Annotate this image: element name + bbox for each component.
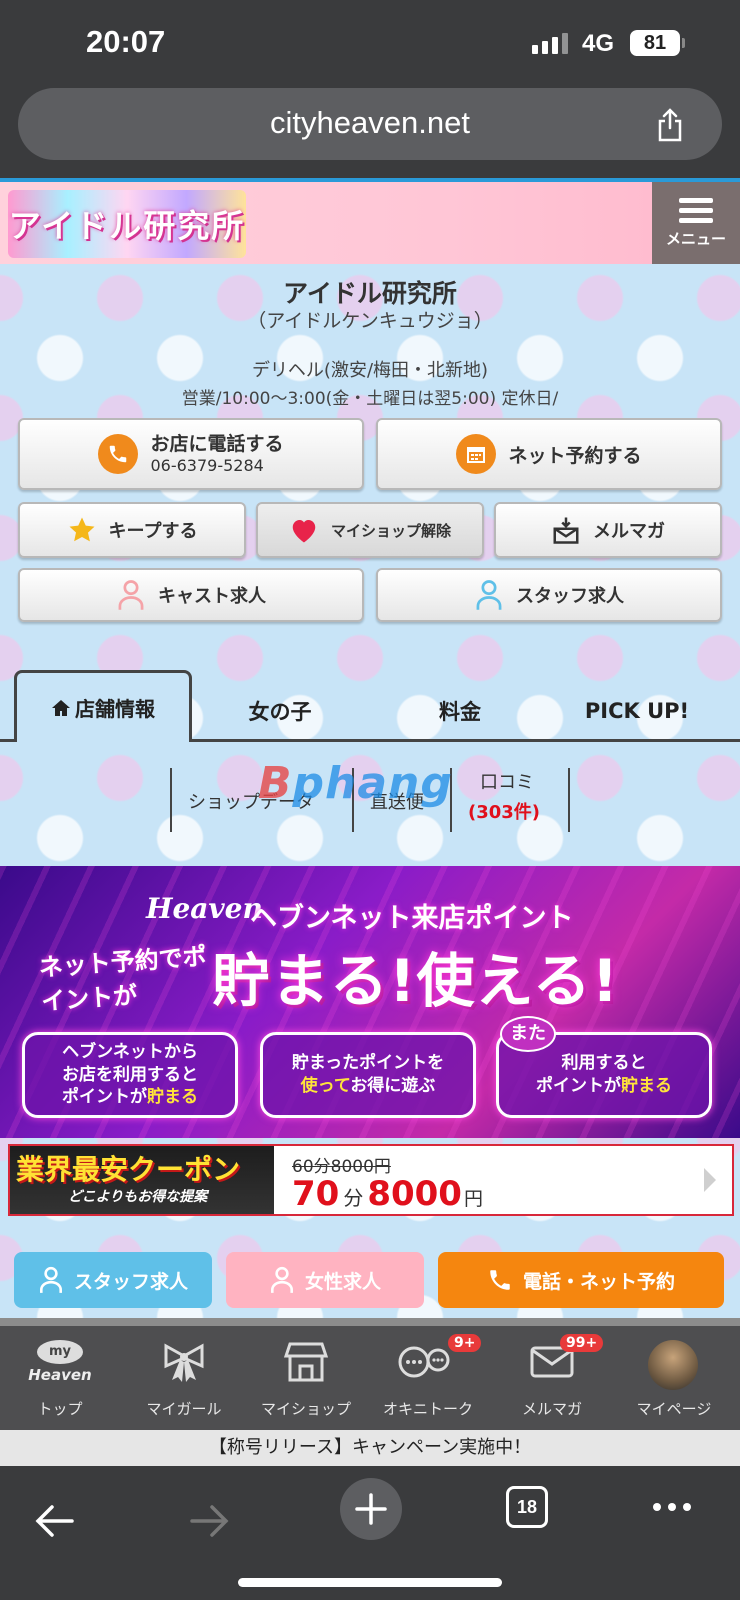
menu-label: メニュー (665, 230, 726, 248)
banner-left-text: ネット予約でポイントが (38, 942, 208, 1016)
tab-top[interactable]: my Heaven トップ (0, 1326, 120, 1430)
cast-recruit-label: キャスト求人 (158, 586, 266, 607)
back-arrow-icon[interactable] (34, 1504, 74, 1538)
signal-icon (532, 33, 568, 54)
mailmag-button[interactable]: メルマガ (494, 502, 722, 558)
home-icon (52, 699, 70, 716)
female-recruit-action[interactable]: 女性求人 (226, 1252, 424, 1308)
staff-recruit-label: スタッフ求人 (516, 586, 624, 607)
call-label: お店に電話する (150, 433, 284, 455)
banner-box-1: ヘブンネットから お店を利用すると ポイントが貯まる (22, 1032, 238, 1118)
cast-recruit-button[interactable]: キャスト求人 (18, 568, 364, 622)
clock: 20:07 (86, 24, 166, 59)
shop-tabs: 店舗情報 女の子 料金 PICK UP! (0, 670, 740, 742)
shop-kana: （アイドルケンキュウジョ） (247, 310, 493, 332)
tab-count-button[interactable]: 18 (506, 1486, 548, 1528)
web-page: アイドル研究所 メニュー アイドル研究所 （アイドルケンキュウジョ） デリヘル(… (0, 178, 740, 1428)
shop-logo[interactable]: アイドル研究所 (8, 190, 246, 258)
new-tab-button[interactable] (340, 1478, 402, 1540)
tab-price[interactable]: 料金 (380, 680, 540, 742)
tab-myshop[interactable]: マイショップ (246, 1326, 366, 1430)
person-icon (39, 1266, 62, 1293)
tab-pickup[interactable]: PICK UP! (552, 680, 722, 742)
reserve-label: ネット予約する (508, 444, 642, 467)
myheaven-icon: my Heaven (24, 1340, 96, 1384)
watermark: Bphang (258, 758, 453, 809)
person-icon (270, 1266, 293, 1293)
more-icon[interactable] (652, 1502, 692, 1512)
forward-arrow-icon[interactable] (190, 1504, 230, 1538)
tab-okini-talk[interactable]: 9+ オキニトーク (368, 1326, 488, 1430)
coupon-label: 業界最安クーポン どこよりもお得な提案 (10, 1146, 274, 1214)
shop-genre: デリヘル(激安/梅田・北新地) (251, 360, 489, 381)
coupon-price: 70 分 8000 円 (292, 1174, 483, 1214)
reviews-count[interactable]: (303件) (468, 798, 540, 824)
heart-icon (292, 520, 316, 543)
share-icon[interactable] (656, 108, 684, 142)
keep-label: キープする (108, 521, 198, 542)
person-icon (118, 580, 144, 610)
tab-mygirl[interactable]: マイガール (124, 1326, 244, 1430)
banner-main-text: 貯まる!使える! (212, 947, 620, 1015)
avatar (648, 1340, 698, 1390)
tab-mailmag[interactable]: 99+ メルマガ (492, 1326, 612, 1430)
mail-download-icon (553, 517, 579, 544)
call-reserve-action[interactable]: 電話・ネット予約 (438, 1252, 724, 1308)
mailmag-label: メルマガ (593, 521, 665, 542)
app-tab-bar: my Heaven トップ マイガール マイショップ 9+ オキニトーク 99+… (0, 1326, 740, 1430)
network-type: 4G (582, 30, 615, 57)
myshop-remove-button[interactable]: マイショップ解除 (256, 502, 484, 558)
home-indicator (238, 1578, 502, 1587)
shop-hours: 営業/10:00〜3:00(金・土曜日は翌5:00) 定休日/ (181, 389, 559, 409)
heaven-point-banner[interactable]: Heaven ヘブンネット来店ポイント ネット予約でポイントが 貯まる!使える!… (0, 866, 740, 1138)
shop-name: アイドル研究所 (283, 279, 457, 308)
phone-number: 06-6379-5284 (150, 455, 264, 475)
staff-recruit-button[interactable]: スタッフ求人 (376, 568, 722, 622)
myshop-remove-label: マイショップ解除 (330, 521, 451, 540)
keep-button[interactable]: キープする (18, 502, 246, 558)
subnav-reviews[interactable]: 口コミ (480, 768, 534, 794)
ribbon-icon (164, 1343, 204, 1382)
mata-badge: また (500, 1016, 556, 1052)
tab-shop-info[interactable]: 店舗情報 (14, 670, 192, 742)
tab-mypage[interactable]: マイページ (614, 1326, 734, 1430)
staff-recruit-action[interactable]: スタッフ求人 (14, 1252, 212, 1308)
person-icon (476, 580, 502, 610)
phone-icon (490, 1270, 510, 1290)
url-text: cityheaven.net (270, 105, 470, 140)
talk-badge: 9+ (448, 1334, 482, 1352)
hamburger-icon (679, 198, 713, 223)
star-icon (69, 517, 95, 542)
mail-badge: 99+ (560, 1334, 604, 1352)
campaign-notice[interactable]: 【称号リリース】キャンペーン実施中！ (0, 1430, 740, 1466)
banner-box-2: 貯まったポイントを 使ってお得に遊ぶ (260, 1032, 476, 1118)
coupon-banner[interactable]: 業界最安クーポン どこよりもお得な提案 60分8000円 70 分 8000 円 (8, 1144, 734, 1216)
calendar-icon (456, 434, 497, 474)
shop-icon (283, 1342, 329, 1382)
phone-icon (98, 434, 139, 474)
heaven-logo: Heaven (146, 892, 263, 925)
banner-title: ヘブンネット来店ポイント (250, 903, 574, 934)
call-shop-button[interactable]: お店に電話する 06-6379-5284 (18, 418, 364, 490)
status-bar: 20:07 4G 81 (0, 0, 740, 90)
menu-button[interactable]: メニュー (652, 182, 740, 264)
site-header: アイドル研究所 メニュー (0, 182, 740, 264)
plus-icon (355, 1493, 387, 1525)
tab-girls[interactable]: 女の子 (200, 680, 360, 742)
chevron-right-icon (704, 1168, 716, 1192)
battery-icon: 81 (630, 30, 685, 56)
net-reserve-button[interactable]: ネット予約する (376, 418, 722, 490)
address-bar[interactable]: cityheaven.net (18, 88, 722, 160)
